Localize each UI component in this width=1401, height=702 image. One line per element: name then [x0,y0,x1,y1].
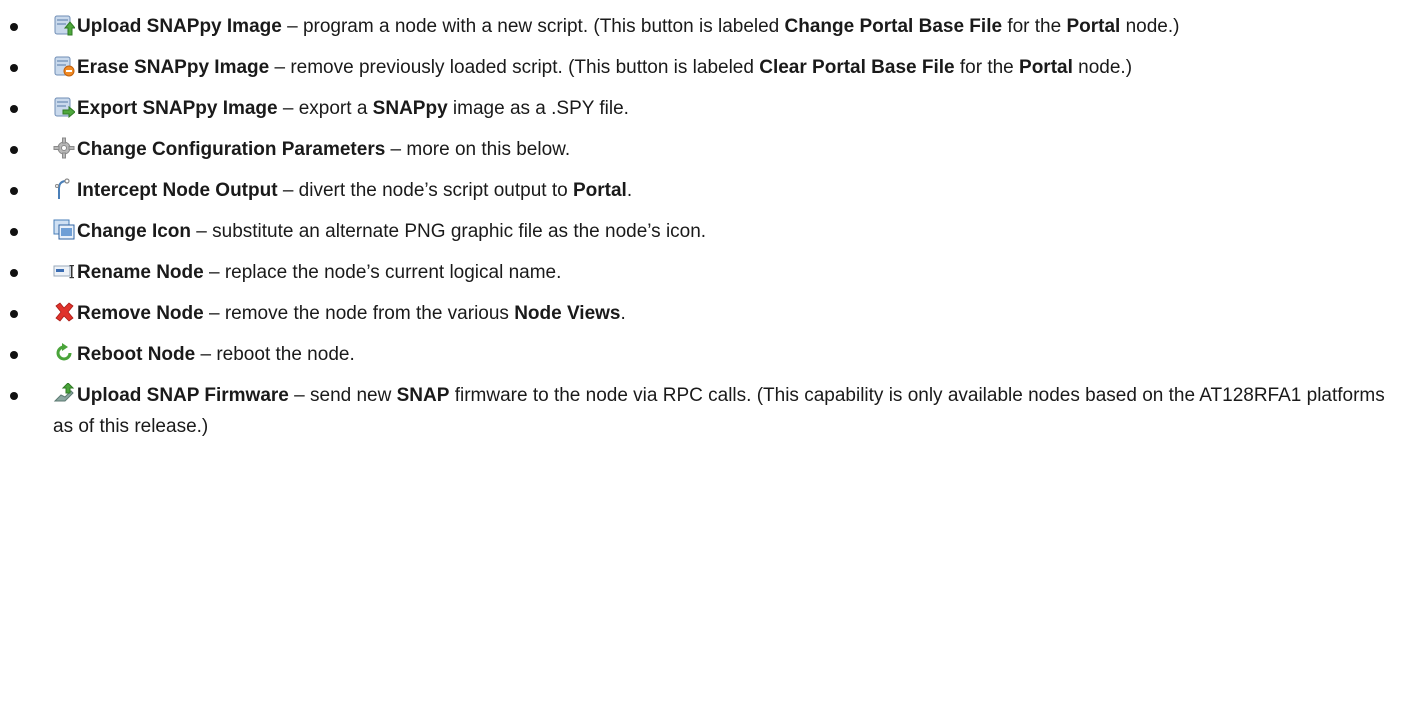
bold-term: Intercept Node Output [77,180,278,201]
bold-term: Erase SNAPpy Image [77,57,270,78]
erase-script-icon [53,55,75,77]
list-item-text: Remove Node – remove the node from the v… [53,298,1387,329]
bold-term: Rename Node [77,262,204,283]
reboot-icon [53,342,75,364]
bold-term: Change Icon [77,221,192,242]
description-text: node.) [1072,57,1133,78]
bold-term: Node Views [514,303,621,324]
list-item-text: Upload SNAPpy Image – program a node wit… [53,11,1387,42]
description-text: – program a node with a new script. (Thi… [281,16,785,37]
bold-term: Reboot Node [77,344,196,365]
bold-term: Portal [1019,57,1073,78]
bullet-dot [10,187,18,195]
description-text: – substitute an alternate PNG graphic fi… [191,221,707,242]
bullet-dot [10,269,18,277]
bullet-list: Upload SNAPpy Image – program a node wit… [0,0,1401,702]
bullet-dot [10,351,18,359]
bold-term: Upload SNAPpy Image [77,16,282,37]
description-text: node.) [1120,16,1180,37]
list-item-text: Change Configuration Parameters – more o… [53,134,1387,165]
bold-term: Portal [572,180,627,201]
list-item-text: Intercept Node Output – divert the node’… [53,175,1387,206]
description-text: – export a [277,98,373,119]
bold-term: SNAP [396,385,450,406]
list-item-text: Export SNAPpy Image – export a SNAPpy im… [53,93,1387,124]
description-text: for the [954,57,1020,78]
description-text: – replace the node’s current logical nam… [203,262,562,283]
bold-term: Upload SNAP Firmware [77,385,289,406]
gear-icon [53,137,75,159]
bullet-dot [10,105,18,113]
intercept-output-icon [53,178,75,200]
bold-term: SNAPpy [372,98,448,119]
bold-term: Clear Portal Base File [759,57,955,78]
bullet-dot [10,228,18,236]
rename-icon [53,260,75,282]
description-text: – send new [288,385,397,406]
description-text: – remove the node from the various [203,303,515,324]
bullet-dot [10,392,18,400]
list-item-text: Upload SNAP Firmware – send new SNAP fir… [53,380,1387,442]
bullet-dot [10,310,18,318]
description-text: – remove previously loaded script. (This… [269,57,760,78]
description-text: – more on this below. [385,139,571,160]
change-icon-icon [53,219,75,241]
description-text: image as a .SPY file. [447,98,629,119]
bold-term: Export SNAPpy Image [77,98,278,119]
upload-script-icon [53,14,75,36]
description-text: . [626,180,633,201]
description-text: – divert the node’s script output to [277,180,573,201]
bullet-dot [10,64,18,72]
bold-term: Change Configuration Parameters [77,139,386,160]
remove-x-icon [53,301,75,323]
bold-term: Portal [1066,16,1121,37]
list-item-text: Change Icon – substitute an alternate PN… [53,216,1387,247]
description-text: . [620,303,626,324]
list-item-text: Reboot Node – reboot the node. [53,339,1387,370]
bold-term: Remove Node [77,303,204,324]
bullet-dot [10,23,18,31]
description-text: – reboot the node. [195,344,355,365]
list-item-text: Erase SNAPpy Image – remove previously l… [53,52,1387,83]
bold-term: Change Portal Base File [784,16,1003,37]
bullet-dot [10,146,18,154]
list-item-text: Rename Node – replace the node’s current… [53,257,1387,288]
description-text: for the [1002,16,1067,37]
upload-firmware-icon [53,383,75,405]
export-script-icon [53,96,75,118]
